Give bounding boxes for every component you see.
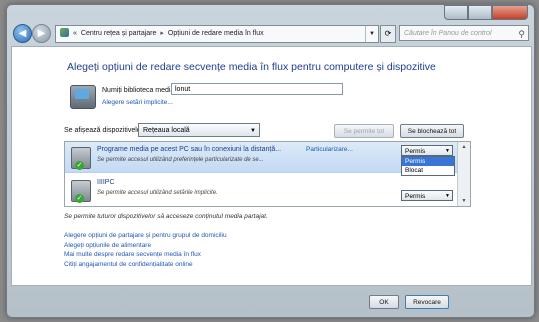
related-links: Alegere opțiuni de partajare și pentru g… [64, 231, 227, 269]
permission-select[interactable]: Permis ▼ [401, 190, 453, 201]
permission-option-blocked[interactable]: Blocat [402, 166, 454, 175]
library-name-label: Numiți biblioteca media: [102, 87, 177, 94]
page-title: Alegeți opțiuni de redare secvențe media… [67, 61, 436, 73]
search-placeholder: Căutare în Panou de control [404, 30, 492, 37]
permission-dropdown: Permis Blocat [401, 156, 455, 176]
scroll-down-icon[interactable]: ▼ [458, 196, 470, 206]
device-subtitle: Se permite accesul utilizând preferințel… [97, 157, 264, 163]
maximize-button[interactable] [468, 5, 492, 20]
default-settings-link[interactable]: Alegere setări implicite... [102, 99, 173, 106]
breadcrumb-media-streaming[interactable]: Opțiuni de redare media în flux [168, 30, 264, 37]
device-row[interactable]: ✓ Programe media pe acest PC sau în cone… [65, 142, 457, 176]
search-input[interactable]: Căutare în Panou de control ⚲ [399, 25, 529, 41]
back-button[interactable]: ◀ [13, 24, 32, 43]
device-list: ✓ Programe media pe acest PC sau în cone… [64, 141, 471, 207]
check-icon: ✓ [75, 194, 84, 203]
sharing-note: Se permite tuturor dispozitivelor să acc… [64, 213, 268, 220]
minimize-button[interactable] [444, 5, 468, 20]
control-panel-window: ◀ ▶ « Centru rețea și partajare ▸ Opțiuni d… [6, 4, 535, 318]
dialog-footer: OK Revocare [11, 287, 530, 313]
permission-value: Permis [405, 193, 426, 200]
computer-icon: ✓ [71, 180, 91, 203]
device-title: IIIIPC [97, 179, 115, 186]
ok-button[interactable]: OK [369, 295, 399, 309]
permission-option-allowed[interactable]: Permis [402, 157, 454, 166]
breadcrumb-separator: ▸ [160, 30, 164, 37]
privacy-statement-link[interactable]: Citiți angajamentul de confidențialitate… [64, 260, 227, 270]
device-subtitle: Se permite accesul utilizând setările im… [97, 190, 218, 196]
more-about-streaming-link[interactable]: Mai multe despre redare secvențe media î… [64, 250, 227, 260]
library-name-input[interactable]: lonut [171, 83, 343, 95]
homegroup-sharing-link[interactable]: Alegere opțiuni de partajare și pentru g… [64, 231, 227, 241]
control-panel-icon [60, 28, 69, 37]
allow-all-button[interactable]: Se permite tot [334, 124, 394, 138]
show-devices-select[interactable]: Rețeaua locală ▼ [138, 123, 260, 137]
breadcrumb-network-center[interactable]: Centru rețea și partajare [81, 30, 156, 37]
check-icon: ✓ [75, 161, 84, 170]
content-pane: Alegeți opțiuni de redare secvențe media… [11, 46, 532, 286]
block-all-button[interactable]: Se blochează tot [400, 124, 464, 138]
customize-link[interactable]: Particularizare... [306, 146, 353, 153]
device-title: Programe media pe acest PC sau în conexi… [97, 146, 282, 153]
forward-button[interactable]: ▶ [32, 24, 51, 43]
navigation-bar: ◀ ▶ « Centru rețea și partajare ▸ Opțiuni d… [11, 22, 530, 46]
device-list-scrollbar[interactable]: ▲ ▼ [457, 142, 470, 206]
caption-buttons [444, 5, 528, 20]
media-programs-icon: ✓ [71, 147, 91, 170]
cancel-button[interactable]: Revocare [405, 295, 449, 309]
power-options-link[interactable]: Alegeți opțiunile de alimentare [64, 241, 227, 251]
address-bar[interactable]: « Centru rețea și partajare ▸ Opțiuni de re… [55, 25, 379, 43]
search-icon[interactable]: ⚲ [518, 26, 525, 42]
show-devices-value: Rețeaua locală [143, 127, 190, 134]
scroll-up-icon[interactable]: ▲ [458, 142, 470, 152]
chevron-down-icon: ▼ [445, 193, 450, 199]
device-row[interactable]: ✓ IIIIPC Se permite accesul utilizând se… [65, 175, 457, 205]
permission-value: Permis [405, 148, 426, 155]
address-prefix: « [73, 30, 77, 37]
chevron-down-icon: ▼ [250, 128, 256, 134]
address-dropdown-icon[interactable]: ▼ [365, 26, 378, 42]
title-bar [7, 5, 534, 21]
close-button[interactable] [492, 5, 528, 20]
refresh-icon[interactable]: ⟳ [380, 25, 396, 43]
permission-select[interactable]: Permis ▼ [401, 145, 453, 156]
media-library-icon [70, 85, 96, 109]
